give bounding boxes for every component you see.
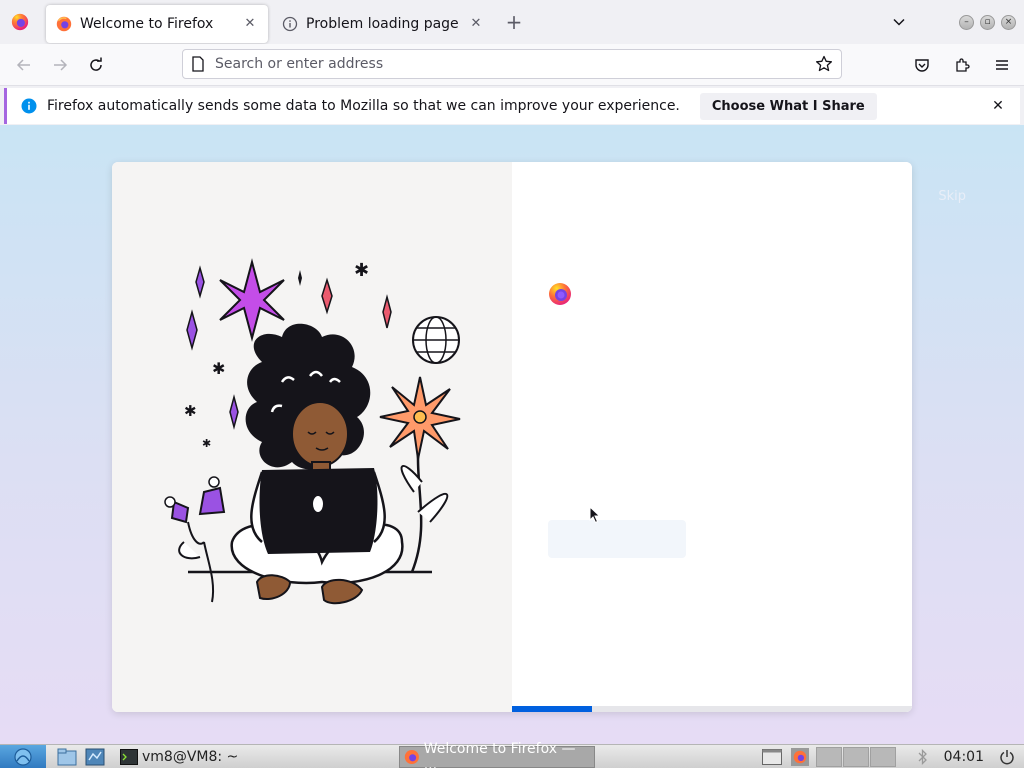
app-menu-button[interactable]	[986, 49, 1018, 81]
desktop-icon	[85, 748, 105, 765]
system-tray: 04:01	[755, 745, 1024, 768]
svg-text:✱: ✱	[202, 437, 211, 450]
extensions-button[interactable]	[946, 49, 978, 81]
tab-strip: Welcome to Firefox ✕ Problem loading pag…	[0, 0, 1024, 44]
onboarding-card: ✱ ✱ ✱ ✱	[112, 162, 912, 712]
skip-button[interactable]: Skip	[938, 189, 966, 204]
desktop-taskbar: vm8@VM8: ~ Welcome to Firefox — ... 04:0…	[0, 741, 1024, 768]
show-desktop-button[interactable]	[761, 747, 783, 767]
info-icon	[21, 98, 37, 114]
taskbar-terminal-task[interactable]: vm8@VM8: ~	[116, 746, 311, 768]
chevron-down-icon	[893, 18, 905, 26]
window-icon	[761, 749, 782, 765]
desktop-launcher[interactable]	[84, 747, 106, 767]
firefox-icon	[11, 13, 29, 31]
mouse-cursor-icon	[589, 506, 601, 524]
power-button[interactable]	[996, 747, 1018, 767]
info-icon	[282, 16, 298, 31]
firefox-icon	[790, 748, 809, 766]
tab-problem-loading-page[interactable]: Problem loading page ✕	[272, 5, 494, 43]
close-tab-icon[interactable]: ✕	[468, 16, 484, 32]
close-tab-icon[interactable]: ✕	[242, 16, 258, 32]
choose-what-i-share-button[interactable]: Choose What I Share	[699, 92, 877, 120]
workspace-1[interactable]	[815, 747, 842, 767]
firefox-icon	[404, 749, 419, 764]
start-menu-button[interactable]	[0, 744, 46, 768]
back-icon	[16, 58, 30, 71]
minimize-button[interactable]: –	[959, 14, 974, 30]
pocket-icon	[915, 59, 929, 72]
forward-button[interactable]	[44, 49, 76, 81]
reload-button[interactable]	[80, 49, 112, 81]
svg-text:✱: ✱	[354, 260, 369, 281]
svg-text:✱: ✱	[212, 359, 225, 378]
toolbar-right	[902, 49, 1018, 81]
svg-text:✱: ✱	[184, 402, 197, 420]
file-manager-launcher[interactable]	[56, 747, 78, 767]
reload-icon	[90, 57, 102, 71]
terminal-task-label: vm8@VM8: ~	[142, 748, 239, 765]
close-icon[interactable]: ✕	[990, 98, 1006, 114]
bluetooth-tray[interactable]	[912, 747, 934, 767]
pocket-button[interactable]	[906, 49, 938, 81]
firefox-icon	[56, 16, 72, 31]
power-icon	[1000, 750, 1014, 765]
address-bar[interactable]	[182, 49, 842, 79]
person-with-laptop-illustration: ✱ ✱ ✱ ✱	[164, 258, 461, 605]
workspace-3[interactable]	[869, 747, 896, 767]
bookmark-star-icon[interactable]	[815, 55, 833, 73]
forward-icon	[54, 58, 68, 71]
close-window-button[interactable]: ×	[1001, 14, 1016, 30]
terminal-icon	[120, 748, 138, 765]
folder-icon	[57, 748, 77, 765]
extensions-icon	[956, 58, 970, 72]
progress-fill	[512, 706, 592, 712]
tab-title: Welcome to Firefox	[80, 15, 214, 32]
firefox-task-label: Welcome to Firefox — ...	[423, 740, 576, 768]
search-input[interactable]	[215, 56, 815, 72]
new-tab-button[interactable]: +	[500, 8, 528, 36]
data-collection-notification: Firefox automatically sends some data to…	[4, 88, 1020, 124]
maximize-button[interactable]: ▫	[980, 14, 995, 30]
onboarding-progress-bar	[512, 706, 912, 712]
clock: 04:01	[943, 749, 984, 765]
onboarding-content-panel	[512, 162, 912, 712]
start-menu-icon	[14, 747, 32, 766]
taskbar-firefox-task[interactable]: Welcome to Firefox — ...	[399, 741, 595, 768]
onboarding-page: Skip ✱ ✱ ✱ ✱	[0, 125, 1024, 744]
firefox-view-button[interactable]	[0, 0, 40, 44]
firefox-logo-icon	[549, 283, 571, 305]
bluetooth-icon	[918, 749, 927, 765]
page-icon	[192, 56, 204, 72]
tab-title: Problem loading page	[306, 15, 459, 32]
workspace-pager[interactable]	[815, 747, 896, 767]
tabstrip-controls: – ▫ ×	[885, 0, 1024, 44]
navigation-toolbar	[0, 44, 1024, 86]
tab-welcome-to-firefox[interactable]: Welcome to Firefox ✕	[46, 4, 268, 43]
notification-message: Firefox automatically sends some data to…	[47, 98, 680, 114]
firefox-tray-launcher[interactable]	[789, 747, 811, 767]
illustration-panel: ✱ ✱ ✱ ✱	[112, 162, 512, 712]
plus-icon: +	[505, 10, 523, 34]
window-controls: – ▫ ×	[959, 14, 1016, 30]
primary-action-button[interactable]	[548, 520, 686, 558]
list-all-tabs-button[interactable]	[885, 8, 913, 36]
workspace-2[interactable]	[842, 747, 869, 767]
back-button[interactable]	[8, 49, 40, 81]
menu-icon	[996, 60, 1008, 70]
